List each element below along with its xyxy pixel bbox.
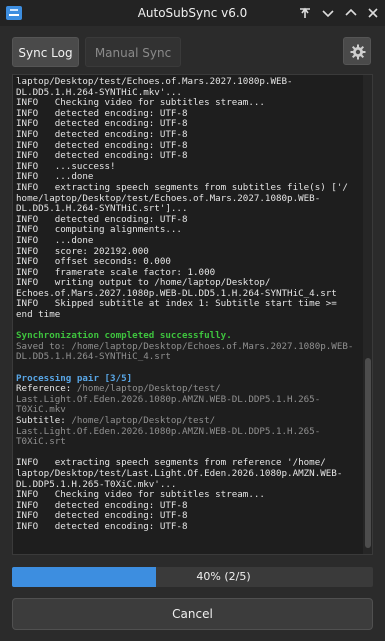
log-line: T0XiC.mkv [16, 405, 66, 416]
log-line: DL.DD5.1.H.264-SYNTHiC.mkv'... [16, 87, 182, 98]
pin-icon[interactable] [297, 5, 313, 21]
log-line: Subtitle: /home/laptop/Desktop/test/ [16, 416, 216, 426]
log-line: INFO detected encoding: UTF-8 [16, 140, 188, 151]
log-line: INFO detected encoding: UTF-8 [16, 129, 188, 140]
log-line: INFO offset seconds: 0.000 [16, 257, 171, 268]
log-line: DL.DD5.1.H.264-SYNTHiC_4.srt [16, 352, 171, 363]
log-line: INFO writing output to /home/laptop/Desk… [16, 278, 271, 289]
log-line: Reference: /home/laptop/Desktop/test/ [16, 384, 221, 395]
progress-label: 40% (2/5) [196, 570, 251, 583]
chevron-up-icon[interactable] [343, 5, 359, 21]
log-scrollbar-thumb[interactable] [365, 358, 371, 548]
tab-sync-log[interactable]: Sync Log [12, 37, 79, 67]
log-line: INFO detected encoding: UTF-8 [16, 500, 188, 511]
chevron-down-icon[interactable] [320, 5, 336, 21]
log-scrollbar[interactable] [363, 75, 372, 554]
cancel-button[interactable]: Cancel [12, 598, 373, 630]
log-line: T0XiC.srt [16, 437, 66, 448]
log-line: INFO extracting speech segments from ref… [16, 458, 326, 469]
log-line: end time [16, 310, 61, 321]
settings-button[interactable] [343, 37, 371, 65]
log-line: INFO ...done [16, 172, 94, 183]
sync-log-panel[interactable]: laptop/Desktop/test/Echoes.of.Mars.2027.… [12, 74, 373, 555]
tab-manual-sync[interactable]: Manual Sync [85, 37, 181, 67]
log-line: Echoes.of.Mars.2027.1080p.WEB-DL.DD5.1.H… [16, 288, 337, 299]
log-line: INFO detected encoding: UTF-8 [16, 521, 188, 532]
log-line: INFO detected encoding: UTF-8 [16, 151, 188, 162]
log-line: INFO Checking video for subtitles stream… [16, 490, 265, 501]
log-line: INFO detected encoding: UTF-8 [16, 108, 188, 119]
log-line: INFO computing alignments... [16, 225, 182, 236]
log-line: INFO detected encoding: UTF-8 [16, 119, 188, 130]
log-line: INFO detected encoding: UTF-8 [16, 214, 188, 225]
log-line: INFO score: 202192.000 [16, 246, 149, 257]
log-line: Last.Light.Of.Eden.2026.1080p.AMZN.WEB-D… [16, 394, 321, 405]
log-text: laptop/Desktop/test/Echoes.of.Mars.2027.… [16, 77, 364, 533]
log-line: INFO Skipped subtitle at index 1: Subtit… [16, 299, 337, 310]
log-line: INFO framerate scale factor: 1.000 [16, 267, 216, 278]
title-bar: AutoSubSync v6.0 [0, 0, 385, 26]
log-line: Saved to: /home/laptop/Desktop/Echoes.of… [16, 341, 354, 352]
log-line: home/laptop/Desktop/test/Echoes.of.Mars.… [16, 193, 321, 204]
progress-bar: 40% (2/5) [12, 567, 373, 587]
log-line: laptop/Desktop/test/Last.Light.Of.Eden.2… [16, 468, 343, 479]
log-line: INFO ...done [16, 235, 94, 246]
log-line: INFO extracting speech segments from sub… [16, 182, 348, 193]
log-line: INFO detected encoding: UTF-8 [16, 511, 188, 522]
log-line: laptop/Desktop/test/Echoes.of.Mars.2027.… [16, 77, 293, 87]
log-line: INFO Checking video for subtitles stream… [16, 98, 265, 109]
log-line: Synchronization completed successfully. [16, 331, 232, 342]
log-line: Processing pair [3/5] [16, 373, 133, 384]
log-line: INFO ...success! [16, 161, 116, 172]
log-line: DL.DDP5.1.H.265-T0XiC.mkv'... [16, 479, 177, 490]
log-line: Last.Light.Of.Eden.2026.1080p.AMZN.WEB-D… [16, 426, 321, 437]
close-icon[interactable] [365, 5, 381, 21]
log-line: DL.DD5.1.H.264-SYNTHiC.srt']... [16, 204, 188, 215]
